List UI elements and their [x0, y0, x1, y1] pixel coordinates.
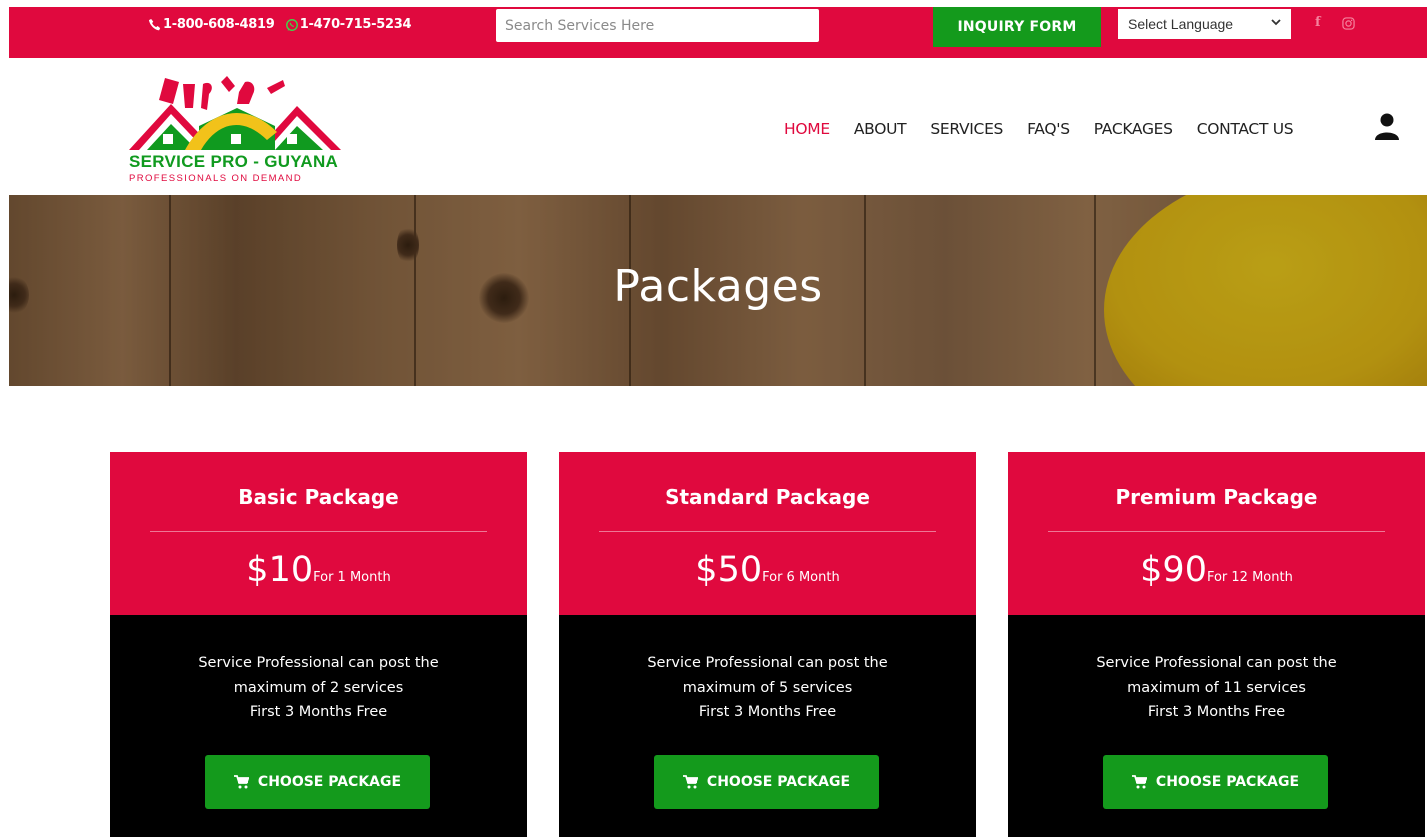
nav-item-about[interactable]: ABOUT: [854, 120, 907, 138]
page-title: Packages: [613, 261, 823, 312]
nav-item-services[interactable]: SERVICES: [930, 120, 1003, 138]
package-description: Service Professional can post the maximu…: [1096, 655, 1337, 720]
choose-package-label: CHOOSE PACKAGE: [1155, 774, 1300, 790]
whatsapp-icon: [285, 18, 298, 31]
language-select-value: Select Language: [1128, 16, 1234, 32]
top-bar: 1-800-608-4819 1-470-715-5234 INQUIRY FO…: [9, 7, 1427, 58]
inquiry-form-button[interactable]: INQUIRY FORM: [933, 7, 1101, 47]
cart-icon: [682, 775, 698, 789]
phone-number[interactable]: 1-800-608-4819: [163, 17, 275, 32]
package-card-premium: Premium Package $90For 12 Month Service …: [1008, 452, 1425, 837]
language-select[interactable]: Select Language: [1118, 9, 1291, 39]
cart-icon: [233, 775, 249, 789]
instagram-icon[interactable]: [1342, 17, 1355, 30]
package-price: $90For 12 Month: [1140, 550, 1293, 590]
main-nav: HOME ABOUT SERVICES FAQ'S PACKAGES CONTA…: [784, 120, 1317, 138]
package-card-standard: Standard Package $50For 6 Month Service …: [559, 452, 976, 837]
package-title: Premium Package: [1115, 485, 1318, 509]
nav-item-home[interactable]: HOME: [784, 120, 830, 138]
cart-icon: [1131, 775, 1147, 789]
search-input[interactable]: [496, 9, 819, 42]
choose-package-button[interactable]: CHOOSE PACKAGE: [1103, 755, 1328, 809]
package-description: Service Professional can post the maximu…: [647, 655, 888, 720]
nav-item-faqs[interactable]: FAQ'S: [1027, 120, 1070, 138]
facebook-icon[interactable]: f: [1315, 15, 1321, 30]
phone-icon: [148, 18, 161, 30]
choose-package-label: CHOOSE PACKAGE: [257, 774, 402, 790]
whatsapp-number[interactable]: 1-470-715-5234: [300, 17, 412, 32]
package-title: Standard Package: [665, 485, 870, 509]
user-icon[interactable]: [1375, 112, 1399, 140]
package-title: Basic Package: [238, 485, 399, 509]
package-price: $10For 1 Month: [246, 550, 391, 590]
page-banner: Packages: [9, 195, 1427, 386]
choose-package-button[interactable]: CHOOSE PACKAGE: [205, 755, 430, 809]
chevron-down-icon: [1271, 19, 1281, 26]
package-card-basic: Basic Package $10For 1 Month Service Pro…: [110, 452, 527, 837]
package-description: Service Professional can post the maximu…: [198, 655, 439, 720]
nav-item-packages[interactable]: PACKAGES: [1094, 120, 1173, 138]
brand-name: SERVICE PRO - GUYANA: [129, 152, 339, 171]
choose-package-button[interactable]: CHOOSE PACKAGE: [654, 755, 879, 809]
contact-numbers: 1-800-608-4819 1-470-715-5234: [148, 17, 412, 32]
choose-package-label: CHOOSE PACKAGE: [706, 774, 851, 790]
brand-tagline: PROFESSIONALS ON DEMAND: [129, 173, 303, 184]
package-price: $50For 6 Month: [695, 550, 840, 590]
nav-item-contact-us[interactable]: CONTACT US: [1197, 120, 1294, 138]
